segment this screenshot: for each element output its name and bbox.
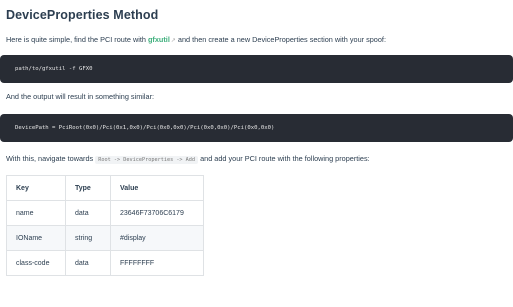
output-code: DevicePath = PciRoot(0x0)/Pci(0x1,0x0)/P… [15, 125, 275, 131]
output-code-block: DevicePath = PciRoot(0x0)/Pci(0x1,0x0)/P… [0, 114, 513, 142]
cell-value: FFFFFFFF [110, 250, 204, 276]
table-header-row: Key Type Value [6, 175, 204, 201]
header-key: Key [6, 175, 66, 201]
section-heading: DeviceProperties Method [6, 8, 159, 22]
intro-text-before: Here is quite simple, find the PCI route… [6, 35, 148, 44]
header-value: Value [110, 175, 204, 201]
table-row: IOName string #display [6, 225, 204, 251]
config-path-code: Root -> DeviceProperties -> Add [95, 156, 199, 164]
table-row: class-code data FFFFFFFF [6, 250, 204, 276]
cell-value: 23646F73706C6179 [110, 200, 204, 226]
output-paragraph: And the output will result in something … [6, 92, 155, 101]
cell-type: data [65, 250, 111, 276]
navigate-text-after: and add your PCI route with the followin… [198, 154, 370, 163]
cell-value: #display [110, 225, 204, 251]
command-code-block: path/to/gfxutil -f GFX0 [0, 55, 513, 83]
cell-type: data [65, 200, 111, 226]
header-type: Type [65, 175, 111, 201]
gfxutil-link[interactable]: gfxutil [148, 35, 170, 44]
cell-key: IOName [6, 225, 66, 251]
cell-type: string [65, 225, 111, 251]
navigate-text-before: With this, navigate towards [6, 154, 96, 163]
intro-paragraph: Here is quite simple, find the PCI route… [6, 35, 513, 46]
table-row: name data 23646F73706C6179 [6, 200, 204, 226]
doc-page: DeviceProperties Method Here is quite si… [0, 0, 513, 276]
navigate-paragraph: With this, navigate towards Root -> Devi… [6, 154, 513, 165]
cell-key: class-code [6, 250, 66, 276]
cell-key: name [6, 200, 66, 226]
properties-table: Key Type Value name data 23646F73706C617… [6, 175, 204, 276]
intro-text-after: and then create a new DeviceProperties s… [175, 35, 386, 44]
command-code: path/to/gfxutil -f GFX0 [15, 66, 93, 72]
